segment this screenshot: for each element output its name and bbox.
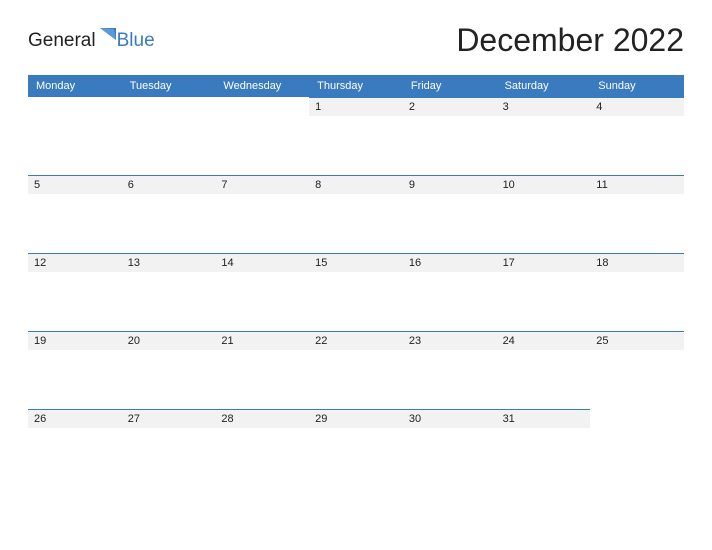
day-number <box>590 409 684 427</box>
calendar-week: 12 13 14 15 16 17 18 <box>28 253 684 331</box>
calendar-header: General Blue December 2022 <box>28 22 684 59</box>
calendar-day: 18 <box>590 253 684 331</box>
calendar-day: 14 <box>215 253 309 331</box>
calendar-day: 17 <box>497 253 591 331</box>
day-number: 14 <box>215 253 309 272</box>
calendar-day: 21 <box>215 331 309 409</box>
day-number: 11 <box>590 175 684 194</box>
weekday-label: Tuesday <box>122 75 216 97</box>
calendar-day: 6 <box>122 175 216 253</box>
calendar-day <box>590 409 684 487</box>
day-number: 22 <box>309 331 403 350</box>
calendar-day: 16 <box>403 253 497 331</box>
day-number: 29 <box>309 409 403 428</box>
logo-text-general: General <box>28 30 96 52</box>
day-number <box>215 97 309 115</box>
day-number: 28 <box>215 409 309 428</box>
day-number: 6 <box>122 175 216 194</box>
day-number: 24 <box>497 331 591 350</box>
calendar-day: 19 <box>28 331 122 409</box>
logo-triangle-icon <box>100 28 116 47</box>
calendar-day: 25 <box>590 331 684 409</box>
calendar-day: 11 <box>590 175 684 253</box>
calendar-day: 30 <box>403 409 497 487</box>
weekday-label: Thursday <box>309 75 403 97</box>
day-number: 7 <box>215 175 309 194</box>
calendar-day: 29 <box>309 409 403 487</box>
calendar-day: 23 <box>403 331 497 409</box>
day-number: 10 <box>497 175 591 194</box>
day-number: 30 <box>403 409 497 428</box>
day-number: 4 <box>590 97 684 116</box>
calendar-day: 20 <box>122 331 216 409</box>
calendar-day: 26 <box>28 409 122 487</box>
weekday-label: Monday <box>28 75 122 97</box>
calendar-day: 22 <box>309 331 403 409</box>
calendar-day: 7 <box>215 175 309 253</box>
day-number: 1 <box>309 97 403 116</box>
day-number: 27 <box>122 409 216 428</box>
calendar-day: 5 <box>28 175 122 253</box>
day-number <box>122 97 216 115</box>
calendar-day: 27 <box>122 409 216 487</box>
calendar-day: 13 <box>122 253 216 331</box>
day-number <box>28 97 122 115</box>
day-number: 17 <box>497 253 591 272</box>
day-number: 5 <box>28 175 122 194</box>
calendar-day: 8 <box>309 175 403 253</box>
weekday-label: Friday <box>403 75 497 97</box>
calendar-day: 1 <box>309 97 403 175</box>
day-number: 23 <box>403 331 497 350</box>
day-number: 15 <box>309 253 403 272</box>
calendar-grid: Monday Tuesday Wednesday Thursday Friday… <box>28 75 684 487</box>
calendar-day: 24 <box>497 331 591 409</box>
day-number: 25 <box>590 331 684 350</box>
calendar-day: 3 <box>497 97 591 175</box>
calendar-day: 4 <box>590 97 684 175</box>
day-number: 21 <box>215 331 309 350</box>
calendar-day: 28 <box>215 409 309 487</box>
calendar-day: 2 <box>403 97 497 175</box>
page-title: December 2022 <box>456 22 684 59</box>
calendar-week: 5 6 7 8 9 10 11 <box>28 175 684 253</box>
day-number: 8 <box>309 175 403 194</box>
day-number: 31 <box>497 409 591 428</box>
day-number: 2 <box>403 97 497 116</box>
calendar-week: 26 27 28 29 30 31 <box>28 409 684 487</box>
logo-text-blue: Blue <box>117 30 155 52</box>
day-number: 26 <box>28 409 122 428</box>
weekday-label: Saturday <box>497 75 591 97</box>
weekday-header-row: Monday Tuesday Wednesday Thursday Friday… <box>28 75 684 97</box>
day-number: 16 <box>403 253 497 272</box>
calendar-week: 19 20 21 22 23 24 25 <box>28 331 684 409</box>
day-number: 9 <box>403 175 497 194</box>
day-number: 19 <box>28 331 122 350</box>
day-number: 3 <box>497 97 591 116</box>
weekday-label: Sunday <box>590 75 684 97</box>
calendar-week: 1 2 3 4 <box>28 97 684 175</box>
calendar-day: 15 <box>309 253 403 331</box>
calendar-day <box>215 97 309 175</box>
calendar-day: 12 <box>28 253 122 331</box>
day-number: 12 <box>28 253 122 272</box>
calendar-day <box>28 97 122 175</box>
calendar-day: 9 <box>403 175 497 253</box>
logo: General Blue <box>28 30 155 52</box>
weekday-label: Wednesday <box>215 75 309 97</box>
day-number: 20 <box>122 331 216 350</box>
calendar-day <box>122 97 216 175</box>
calendar-day: 31 <box>497 409 591 487</box>
day-number: 13 <box>122 253 216 272</box>
calendar-day: 10 <box>497 175 591 253</box>
day-number: 18 <box>590 253 684 272</box>
